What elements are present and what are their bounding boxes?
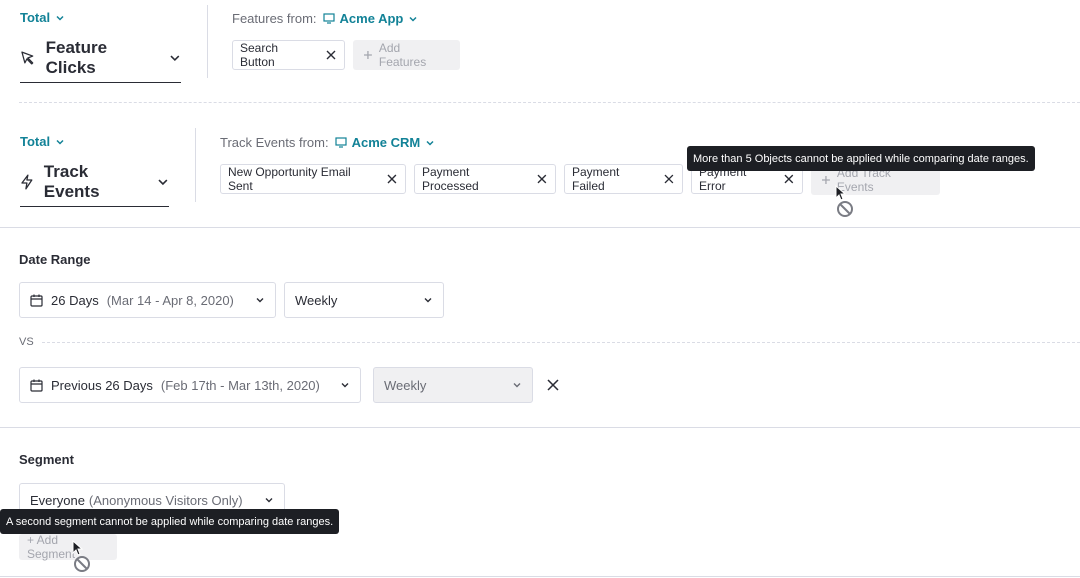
section-divider xyxy=(0,576,1080,577)
close-icon[interactable] xyxy=(537,174,547,184)
tooltip-text: More than 5 Objects cannot be applied wh… xyxy=(693,152,1029,165)
dashed-divider xyxy=(42,342,1080,343)
features-from-label: Features from: xyxy=(232,11,317,26)
track-event-chip: Payment Processed xyxy=(414,164,556,194)
chevron-down-icon xyxy=(256,298,264,303)
aggregation-select-1[interactable]: Total xyxy=(20,10,65,25)
section-divider xyxy=(0,227,1080,228)
chevron-down-icon xyxy=(265,498,273,503)
compare-interval-label: Weekly xyxy=(384,377,427,393)
segment-title: Segment xyxy=(19,452,74,467)
add-segment-button[interactable]: + Add Segment xyxy=(19,533,117,561)
divider xyxy=(195,128,196,202)
close-icon[interactable] xyxy=(326,50,336,60)
chevron-down-icon xyxy=(513,383,521,388)
track-event-chip: Payment Failed xyxy=(564,164,683,194)
calendar-icon xyxy=(30,294,43,307)
features-from: Features from: Acme App xyxy=(232,11,418,26)
monitor-icon xyxy=(335,137,347,148)
segment-label: Everyone xyxy=(30,492,85,508)
not-allowed-cursor-icon xyxy=(835,185,853,217)
monitor-icon xyxy=(322,13,335,24)
lightning-icon xyxy=(21,174,33,190)
date-range-label: 26 Days xyxy=(51,292,99,308)
compare-range-label: Previous 26 Days xyxy=(51,377,153,393)
segment-detail: (Anonymous Visitors Only) xyxy=(88,492,243,508)
track-events-from-label: Track Events from: xyxy=(220,135,329,150)
aggregation-select-2[interactable]: Total xyxy=(20,134,65,149)
interval-label: Weekly xyxy=(295,292,338,308)
calendar-icon xyxy=(30,379,43,392)
chevron-down-icon xyxy=(341,383,349,388)
feature-chip: Search Button xyxy=(232,40,345,70)
tooltip-second-segment: A second segment cannot be applied while… xyxy=(0,509,340,534)
date-range-select[interactable]: 26 Days (Mar 14 - Apr 8, 2020) xyxy=(19,282,276,318)
aggregation-label: Total xyxy=(20,10,51,25)
chip-label: Payment Processed xyxy=(422,165,479,193)
chevron-down-icon xyxy=(426,140,434,146)
app-name: Acme CRM xyxy=(351,135,421,150)
not-allowed-cursor-icon xyxy=(72,540,90,572)
date-range-detail: (Mar 14 - Apr 8, 2020) xyxy=(106,292,234,308)
chevron-down-icon xyxy=(170,55,180,62)
date-range-title: Date Range xyxy=(19,252,91,267)
metric-select-track-events[interactable]: Track Events xyxy=(20,162,169,207)
chevron-down-icon xyxy=(158,179,168,186)
close-icon[interactable] xyxy=(784,174,794,184)
chip-label: Payment Failed xyxy=(572,165,620,193)
plus-icon xyxy=(821,176,830,184)
metric-name: Feature Clicks xyxy=(45,38,108,77)
cursor-icon xyxy=(21,51,34,65)
plus-icon xyxy=(363,51,372,59)
vs-label: VS xyxy=(19,336,34,348)
add-features-label: Add Features xyxy=(378,41,427,69)
chevron-down-icon xyxy=(56,15,64,21)
interval-select[interactable]: Weekly xyxy=(284,282,444,318)
chip-label: Search Button xyxy=(240,41,279,69)
chevron-down-icon xyxy=(409,16,417,22)
compare-range-detail: (Feb 17th - Mar 13th, 2020) xyxy=(160,377,320,393)
section-divider xyxy=(0,427,1080,428)
divider xyxy=(207,5,208,78)
app-name: Acme App xyxy=(339,11,404,26)
metric-select-feature-clicks[interactable]: Feature Clicks xyxy=(20,38,181,83)
aggregation-label: Total xyxy=(20,134,51,149)
tooltip-text: A second segment cannot be applied while… xyxy=(6,515,334,528)
app-select[interactable]: Acme App xyxy=(322,11,419,26)
chevron-down-icon xyxy=(424,298,432,303)
compare-date-range-select[interactable]: Previous 26 Days (Feb 17th - Mar 13th, 2… xyxy=(19,367,361,403)
chip-label: New Opportunity Email Sent xyxy=(228,165,351,193)
chevron-down-icon xyxy=(56,139,64,145)
app-select[interactable]: Acme CRM xyxy=(335,135,436,150)
dashed-divider xyxy=(19,102,1080,103)
metric-name: Track Events xyxy=(43,162,100,201)
tooltip-max-objects: More than 5 Objects cannot be applied wh… xyxy=(687,146,1035,171)
track-events-from: Track Events from: Acme CRM xyxy=(220,135,435,150)
add-features-button[interactable]: Add Features xyxy=(353,40,460,70)
close-icon[interactable] xyxy=(387,174,397,184)
close-icon[interactable] xyxy=(664,174,674,184)
track-event-chip: New Opportunity Email Sent xyxy=(220,164,406,194)
compare-interval-select[interactable]: Weekly xyxy=(373,367,533,403)
remove-compare-close-icon[interactable] xyxy=(547,379,559,391)
add-segment-label: + Add Segment xyxy=(27,533,76,561)
